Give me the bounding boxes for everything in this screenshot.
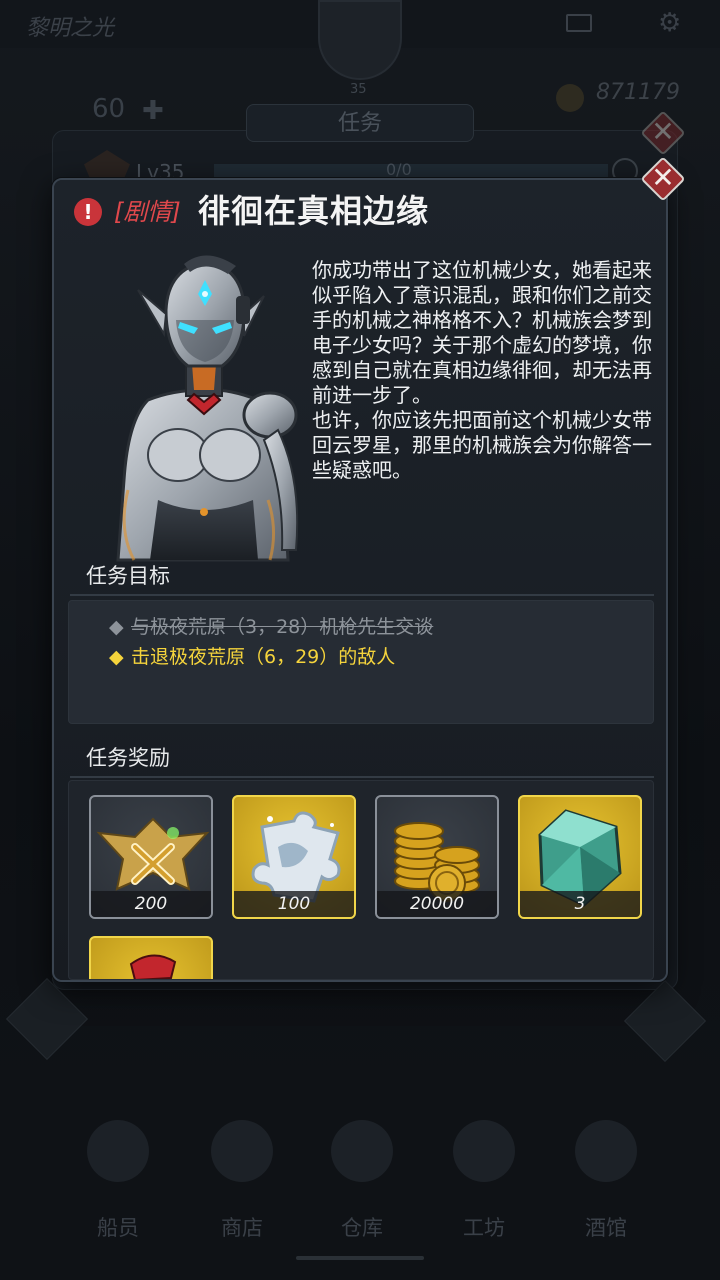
nav-shop: 商店: [192, 1120, 292, 1240]
reward-count: 20000: [377, 891, 497, 917]
nav-label: 船员: [97, 1216, 139, 1240]
nav-tavern: 酒馆: [556, 1120, 656, 1240]
stat-value: 60: [92, 94, 126, 124]
quest-title: 徘徊在真相边缘: [198, 192, 430, 230]
red-crystal-icon: [129, 954, 177, 979]
objectives-header: 任务目标: [70, 562, 654, 596]
mail-icon: [566, 14, 592, 32]
mech-girl-portrait: [88, 250, 318, 580]
warehouse-icon: [331, 1120, 393, 1182]
home-indicator: [296, 1256, 424, 1260]
panel-close-button[interactable]: ✕: [640, 110, 686, 156]
rewards-grid: 200 100 20000 3: [68, 780, 654, 980]
nav-crew: 船员: [68, 1120, 168, 1240]
quest-type-tag: [剧情]: [114, 198, 181, 226]
alert-icon: !: [74, 198, 102, 226]
nav-label: 商店: [221, 1216, 263, 1240]
reward-item-green-crystal[interactable]: 3: [518, 795, 642, 919]
nav-label: 酒馆: [585, 1216, 627, 1240]
reward-count: 200: [91, 891, 211, 917]
objectives-header-label: 任务目标: [86, 564, 170, 588]
objective-item-active: ◆ 击退极夜荒原（6，29）的敌人: [109, 643, 395, 671]
diamond-bullet-icon: ◆: [109, 616, 124, 638]
quest-detail-dialog: ! [剧情] 徘徊在真相边缘 你成功带出了这位机械少女，她看起来似乎陷入了意识混…: [52, 178, 668, 982]
reward-count: 3: [520, 891, 640, 917]
tavern-icon: [575, 1120, 637, 1182]
shop-icon: [211, 1120, 273, 1182]
reward-item-coins[interactable]: 20000: [375, 795, 499, 919]
task-panel-tab: 任务: [246, 104, 474, 142]
app-title: 黎明之光: [26, 16, 115, 41]
rewards-header: 任务奖励: [70, 744, 654, 778]
player-avatar: [318, 0, 402, 80]
objective-item-completed: ◆ 与极夜荒原（3，28）机枪先生交谈: [109, 613, 433, 641]
crew-icon: [87, 1120, 149, 1182]
reward-item-medal[interactable]: 200: [89, 795, 213, 919]
objective-text: 击退极夜荒原（6，29）的敌人: [131, 646, 396, 668]
reward-item-fragment[interactable]: 100: [232, 795, 356, 919]
nav-warehouse: 仓库: [312, 1120, 412, 1240]
close-button[interactable]: ✕: [640, 156, 686, 202]
objectives-list: ◆ 与极夜荒原（3，28）机枪先生交谈 ◆ 击退极夜荒原（6，29）的敌人: [68, 600, 654, 724]
nav-workshop: 工坊: [434, 1120, 534, 1240]
close-icon: ✕: [651, 161, 675, 194]
level-progress-text: 0/0: [386, 160, 412, 179]
close-icon: ✕: [651, 115, 675, 148]
reward-item-red-crystal[interactable]: [89, 936, 213, 979]
gear-icon: ⚙: [658, 8, 682, 38]
quest-story-text: 你成功带出了这位机械少女，她看起来似乎陷入了意识混乱，跟和你们之前交手的机械之神…: [312, 258, 652, 482]
objective-text: 与极夜荒原（3，28）机枪先生交谈: [131, 616, 434, 638]
reward-count: 100: [234, 891, 354, 917]
nav-label: 仓库: [341, 1216, 383, 1240]
plus-icon: ✚: [142, 96, 164, 126]
player-level-badge: 35: [350, 82, 367, 97]
coin-stack-icon: [556, 84, 584, 112]
rewards-header-label: 任务奖励: [86, 746, 170, 770]
coin-count: 871179: [596, 80, 680, 105]
nav-label: 工坊: [463, 1216, 505, 1240]
workshop-icon: [453, 1120, 515, 1182]
diamond-bullet-icon: ◆: [109, 646, 124, 668]
